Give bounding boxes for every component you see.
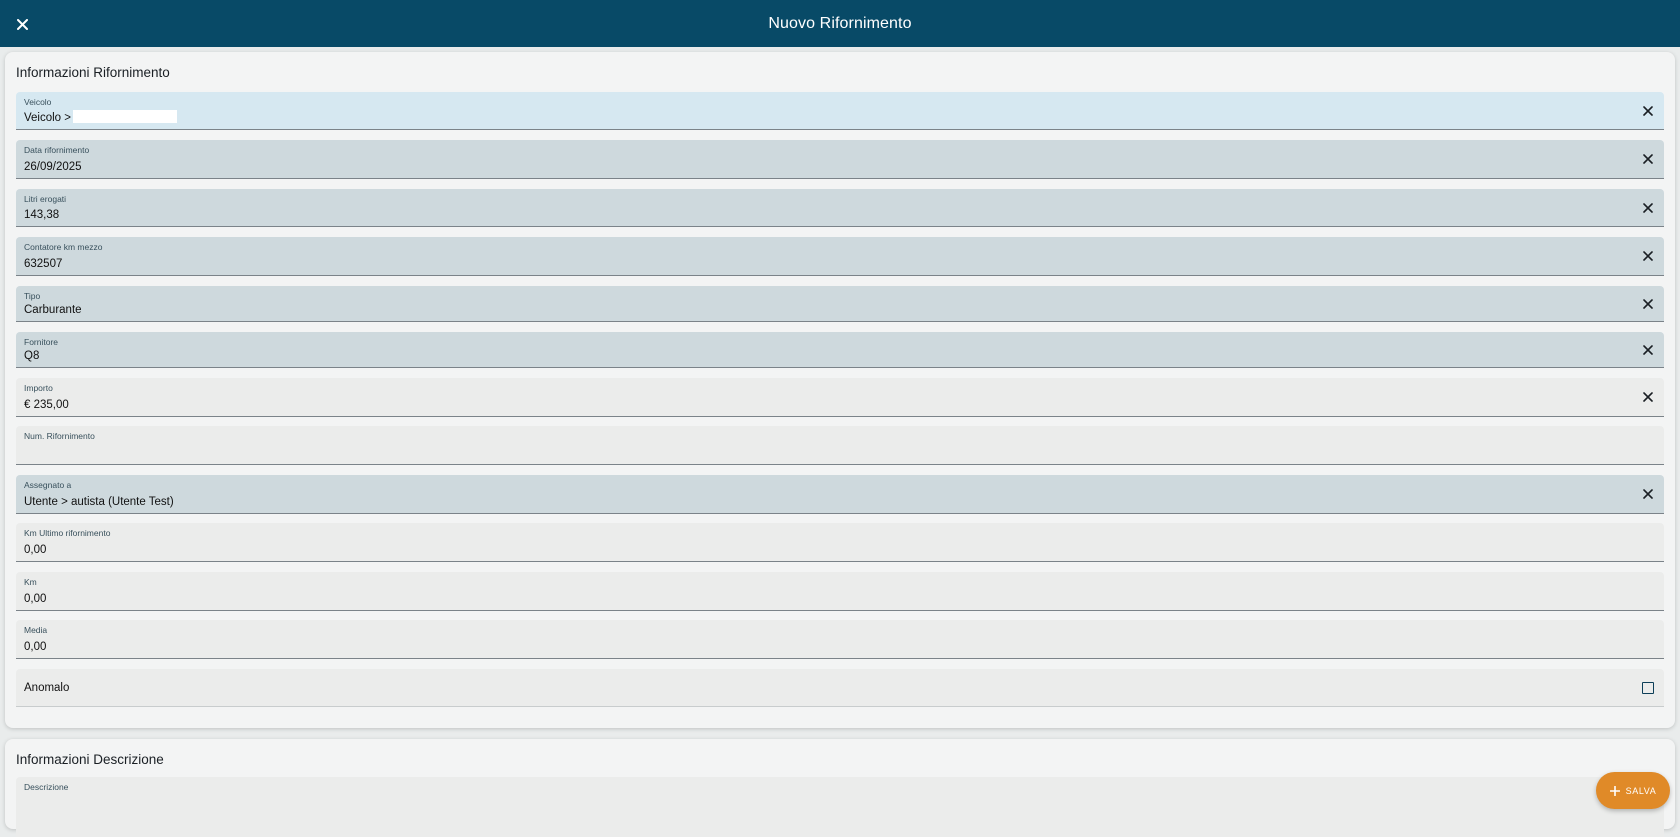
salva-label: SALVA	[1625, 785, 1657, 796]
clear-icon[interactable]	[1642, 488, 1654, 500]
salva-button[interactable]: SALVA	[1596, 772, 1670, 809]
fornitore-value: Q8	[24, 350, 40, 362]
section-title-rifornimento: Informazioni Rifornimento	[16, 65, 170, 80]
assegnato-a-value: Utente > autista (Utente Test)	[24, 496, 174, 508]
media-label: Media	[24, 625, 48, 635]
assegnato-a-label: Assegnato a	[24, 480, 72, 490]
plus-icon	[1609, 785, 1620, 796]
card-informazioni-rifornimento: Informazioni Rifornimento Veicolo Veicol…	[5, 52, 1675, 728]
veicolo-field[interactable]: Veicolo Veicolo >	[16, 92, 1664, 130]
fornitore-field[interactable]: Fornitore Q8	[16, 332, 1664, 368]
km-label: Km	[24, 577, 37, 587]
app-bar: Nuovo Rifornimento	[0, 0, 1680, 47]
importo-field[interactable]: Importo € 235,00	[16, 378, 1664, 417]
contatore-km-field[interactable]: Contatore km mezzo 632507	[16, 237, 1664, 276]
km-field[interactable]: Km 0,00	[16, 572, 1664, 611]
tipo-field[interactable]: Tipo Carburante	[16, 286, 1664, 322]
clear-icon[interactable]	[1642, 391, 1654, 403]
data-rifornimento-field[interactable]: Data rifornimento 26/09/2025	[16, 140, 1664, 179]
litri-erogati-value: 143,38	[24, 209, 60, 221]
anomalo-label: Anomalo	[24, 681, 70, 694]
clear-icon[interactable]	[1642, 202, 1654, 214]
km-ultimo-rifornimento-label: Km Ultimo rifornimento	[24, 528, 111, 538]
page-title: Nuovo Rifornimento	[768, 14, 912, 32]
section-title-descrizione: Informazioni Descrizione	[16, 752, 164, 767]
litri-erogati-label: Litri erogati	[24, 194, 67, 204]
tipo-label: Tipo	[24, 291, 41, 301]
km-ultimo-rifornimento-field[interactable]: Km Ultimo rifornimento 0,00	[16, 523, 1664, 562]
clear-icon[interactable]	[1642, 344, 1654, 356]
num-rifornimento-label: Num. Rifornimento	[24, 431, 95, 441]
close-icon	[16, 18, 28, 30]
clear-icon[interactable]	[1642, 105, 1654, 117]
clear-icon[interactable]	[1642, 250, 1654, 262]
km-value: 0,00	[24, 593, 47, 605]
assegnato-a-field[interactable]: Assegnato a Utente > autista (Utente Tes…	[16, 475, 1664, 514]
km-ultimo-rifornimento-value: 0,00	[24, 544, 47, 556]
anomalo-field[interactable]: Anomalo	[16, 669, 1664, 707]
redacted-block	[73, 110, 177, 123]
veicolo-value: Veicolo >	[24, 112, 71, 124]
veicolo-label: Veicolo	[24, 97, 52, 107]
tipo-value: Carburante	[24, 304, 82, 316]
descrizione-label: Descrizione	[24, 782, 69, 792]
anomalo-checkbox[interactable]	[1642, 681, 1654, 694]
importo-value: € 235,00	[24, 399, 69, 411]
data-rifornimento-value: 26/09/2025	[24, 161, 82, 173]
contatore-km-label: Contatore km mezzo	[24, 242, 103, 252]
fornitore-label: Fornitore	[24, 337, 59, 347]
contatore-km-value: 632507	[24, 258, 63, 270]
litri-erogati-field[interactable]: Litri erogati 143,38	[16, 189, 1664, 227]
card-informazioni-descrizione: Informazioni Descrizione Descrizione	[5, 739, 1675, 837]
descrizione-field[interactable]: Descrizione	[16, 777, 1664, 837]
clear-icon[interactable]	[1642, 153, 1654, 165]
data-rifornimento-label: Data rifornimento	[24, 145, 90, 155]
importo-label: Importo	[24, 383, 53, 393]
clear-icon[interactable]	[1642, 298, 1654, 310]
media-field[interactable]: Media 0,00	[16, 620, 1664, 659]
num-rifornimento-field[interactable]: Num. Rifornimento	[16, 426, 1664, 465]
close-button[interactable]	[12, 14, 32, 34]
media-value: 0,00	[24, 641, 47, 653]
veicolo-value-wrap: Veicolo >	[24, 110, 177, 124]
